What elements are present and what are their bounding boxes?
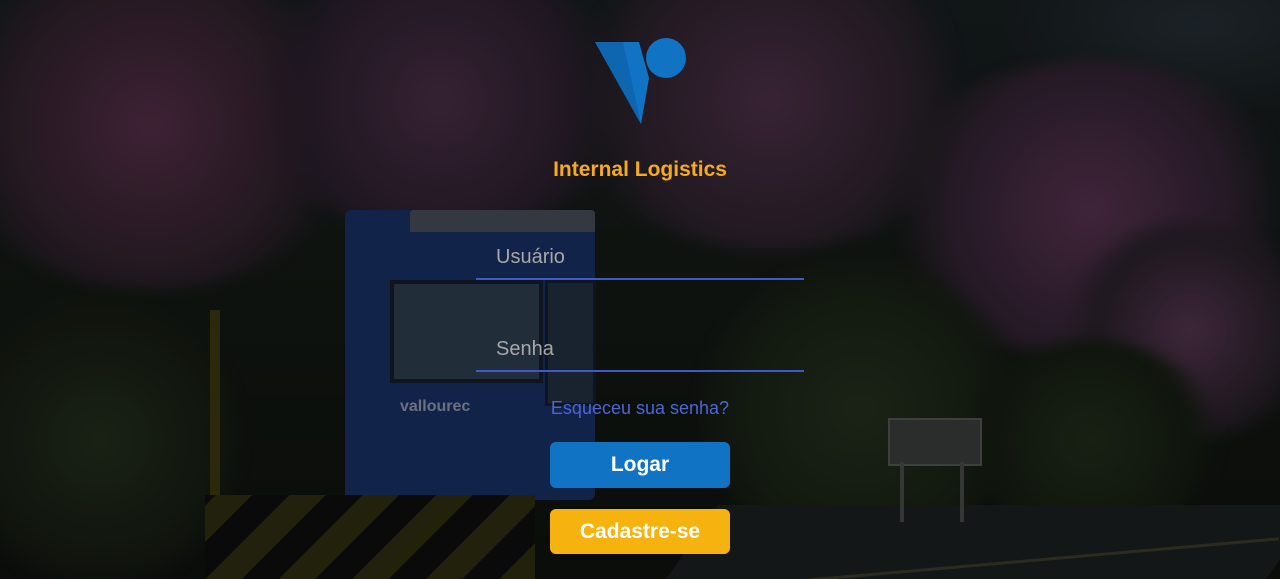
register-button[interactable]: Cadastre-se <box>550 509 730 554</box>
login-button[interactable]: Logar <box>550 442 730 488</box>
forgot-password-link[interactable]: Esqueceu sua senha? <box>0 398 1280 419</box>
vallourec-logo-icon <box>595 38 686 124</box>
logo-dot <box>646 38 686 78</box>
username-input[interactable] <box>476 236 804 280</box>
password-field-wrapper <box>476 328 804 372</box>
app-title: Internal Logistics <box>553 158 727 181</box>
password-input[interactable] <box>476 328 804 372</box>
username-field-wrapper <box>476 236 804 280</box>
